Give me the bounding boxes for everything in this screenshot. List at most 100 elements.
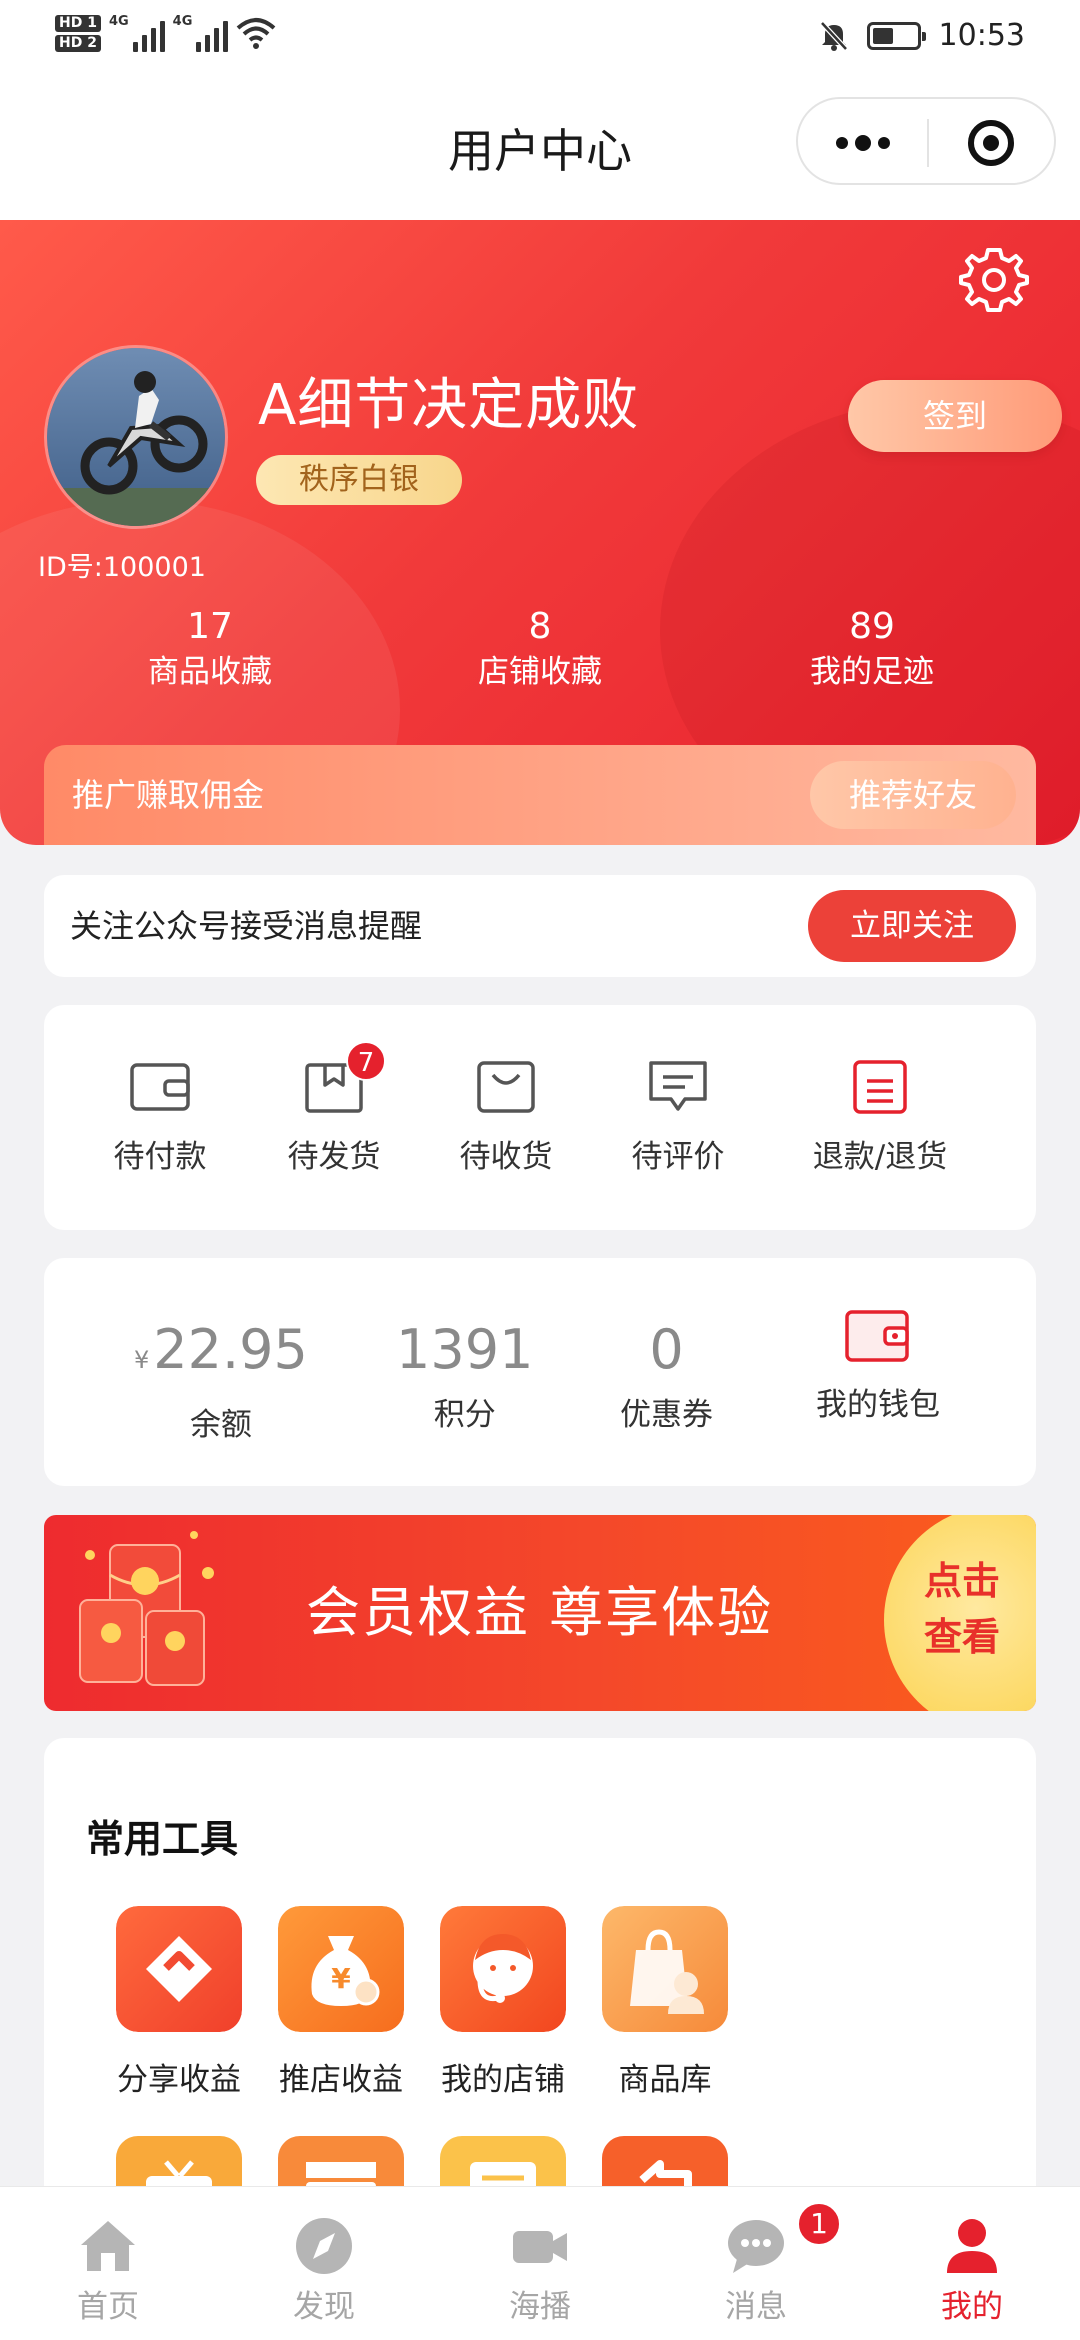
tab-broadcast[interactable]: 海播: [470, 2187, 610, 2340]
tools-title: 常用工具: [86, 1817, 239, 1861]
avatar[interactable]: [44, 345, 228, 529]
hd1-label: HD 1: [55, 14, 101, 32]
stat-favorite-shops[interactable]: 8 店铺收藏: [420, 605, 660, 695]
vip-banner[interactable]: 会员权益 尊享体验 点击查看: [44, 1515, 1036, 1711]
tab-label: 消息: [725, 2289, 787, 2325]
tool-label: 分享收益: [117, 2062, 241, 2098]
svg-text:¥: ¥: [331, 1962, 351, 1995]
more-dots-icon[interactable]: [830, 131, 896, 155]
comment-icon: [649, 1061, 707, 1111]
promo-bar: 推广赚取佣金 推荐好友: [44, 745, 1036, 845]
balance-value: ¥22.95: [134, 1320, 308, 1390]
vip-cta-text: 点击查看: [924, 1559, 1001, 1659]
points-value: 1391: [396, 1318, 534, 1381]
refund-icon: [853, 1060, 907, 1114]
compass-icon: [296, 2218, 352, 2274]
orders-card: 待付款 待发货 7 待收货 待评价 退款/退货: [44, 1005, 1036, 1230]
vip-title: 会员权益 尊享体验: [306, 1581, 774, 1644]
nav-bar: 用户中心: [0, 75, 1080, 220]
wallet-icon: [845, 1310, 909, 1362]
chat-icon: [728, 2220, 784, 2273]
red-envelope-icon: [79, 1531, 214, 1686]
avatar-image: [47, 348, 225, 526]
level-badge: 秩序白银: [256, 455, 462, 505]
tab-mine[interactable]: 我的: [902, 2187, 1042, 2340]
user-id: ID号:100001: [38, 552, 206, 583]
balance-item[interactable]: ¥22.95 余额: [134, 1320, 308, 1450]
order-label: 待收货: [459, 1139, 553, 1175]
tool-label: 我的店铺: [441, 2062, 565, 2098]
wifi-icon: [237, 18, 276, 49]
handshake-icon: [116, 1906, 242, 2032]
status-bar: HD 1 HD 2 4G 4G 10:53: [0, 0, 1080, 75]
signal-icon: 4G: [109, 14, 165, 52]
order-label: 退款/退货: [812, 1139, 948, 1175]
clock: 10:53: [938, 18, 1025, 53]
order-label: 待付款: [113, 1139, 207, 1175]
network-type-1: 4G: [108, 14, 129, 29]
vip-cta-circle[interactable]: 点击查看: [884, 1515, 1036, 1711]
tab-label: 首页: [77, 2289, 139, 2325]
stat-favorite-goods[interactable]: 17 商品收藏: [90, 605, 330, 695]
status-right: 10:53: [819, 18, 1025, 53]
username: A细节决定成败: [258, 373, 640, 438]
hd-indicators: HD 1 HD 2: [55, 14, 101, 52]
signin-button[interactable]: 签到: [848, 380, 1062, 452]
tab-home[interactable]: 首页: [38, 2187, 178, 2340]
order-pending-receipt[interactable]: 待收货: [416, 1057, 596, 1176]
order-pending-shipment[interactable]: 待发货: [244, 1057, 424, 1176]
shopkeeper-icon: [440, 1906, 566, 2032]
miniprogram-capsule: [796, 97, 1056, 185]
money-bag-icon: ¥: [278, 1906, 404, 2032]
profile-header: A细节决定成败 秩序白银 签到 ID号:100001 17 商品收藏 8 店铺收…: [0, 220, 1080, 845]
stat-value: 89: [849, 606, 895, 647]
signal-icon-2: 4G: [173, 14, 229, 52]
follow-button[interactable]: 立即关注: [808, 890, 1016, 962]
order-label: 待发货: [287, 1139, 381, 1175]
stat-value: 17: [187, 606, 233, 647]
status-left: HD 1 HD 2 4G 4G: [55, 14, 276, 52]
gear-icon[interactable]: [958, 244, 1030, 316]
tab-label: 发现: [293, 2289, 355, 2325]
shipment-badge: 7: [346, 1041, 386, 1081]
points-label: 积分: [433, 1397, 496, 1433]
tab-discover[interactable]: 发现: [254, 2187, 394, 2340]
coupons-label: 优惠券: [620, 1397, 713, 1433]
coupons-value: 0: [649, 1318, 684, 1381]
tool-product-library[interactable]: 商品库: [575, 1906, 755, 2099]
points-item[interactable]: 1391 积分: [396, 1320, 533, 1440]
shopping-bag-icon: [602, 1906, 728, 2032]
stat-label: 店铺收藏: [478, 654, 602, 690]
video-camera-icon: [513, 2231, 567, 2263]
balance-label: 余额: [189, 1407, 252, 1443]
follow-card: 关注公众号接受消息提醒 立即关注: [44, 875, 1036, 977]
tool-my-shop[interactable]: 我的店铺: [413, 1906, 593, 2099]
currency-symbol: ¥: [134, 1346, 150, 1374]
messages-badge: 1: [796, 2201, 842, 2247]
order-refund[interactable]: 退款/退货: [770, 1057, 990, 1176]
home-icon: [81, 2221, 135, 2271]
stat-label: 我的足迹: [810, 654, 934, 690]
order-pending-payment[interactable]: 待付款: [70, 1057, 250, 1176]
tool-share-earnings[interactable]: 分享收益: [89, 1906, 269, 2099]
recommend-friend-button[interactable]: 推荐好友: [810, 761, 1016, 829]
tab-bar: 首页 发现 海播 消息 1 我的: [0, 2186, 1080, 2340]
wallet-icon: [130, 1063, 190, 1111]
stat-label: 商品收藏: [148, 654, 272, 690]
battery-icon: [866, 21, 926, 50]
order-pending-review[interactable]: 待评价: [588, 1057, 768, 1176]
my-wallet-item[interactable]: 我的钱包: [816, 1306, 940, 1430]
miniprogram-target-icon[interactable]: [968, 120, 1014, 166]
stat-value: 8: [528, 606, 552, 647]
follow-text: 关注公众号接受消息提醒: [70, 907, 423, 945]
tab-label: 海播: [509, 2289, 571, 2325]
mute-icon: [819, 20, 848, 51]
hd2-label: HD 2: [55, 34, 101, 52]
coupons-item[interactable]: 0 优惠券: [620, 1320, 713, 1440]
order-label: 待评价: [631, 1139, 725, 1175]
promo-text: 推广赚取佣金: [72, 776, 265, 814]
tool-label: 推店收益: [279, 2062, 403, 2098]
stat-footprints[interactable]: 89 我的足迹: [752, 605, 992, 695]
capsule-divider: [927, 119, 929, 167]
tool-shop-earnings[interactable]: ¥ 推店收益: [251, 1906, 431, 2099]
